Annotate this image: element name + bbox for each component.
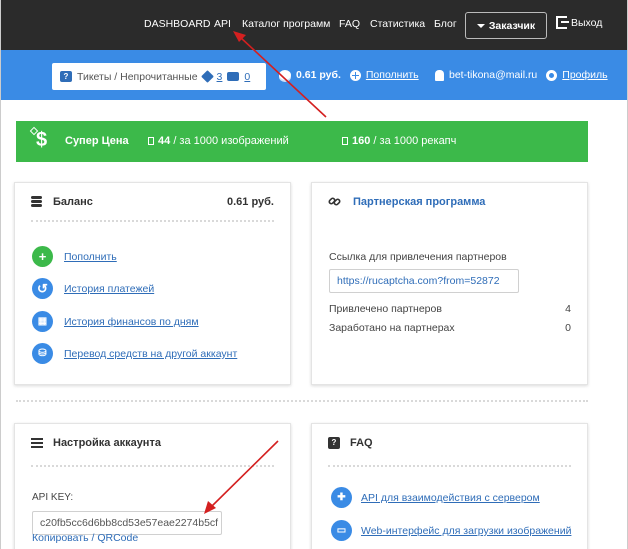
card-divider xyxy=(328,465,571,467)
balance-card-amount: 0.61 руб. xyxy=(226,196,274,208)
topup-link[interactable]: Пополнить xyxy=(366,69,419,81)
nav-statistics[interactable]: Статистика xyxy=(370,18,425,30)
user-info: bet-tikona@mail.ru Профиль xyxy=(435,69,608,81)
nav-dashboard[interactable]: DASHBOARD xyxy=(144,18,211,30)
transfer-funds-link[interactable]: Перевод средств на другой аккаунт xyxy=(64,348,237,360)
partners-count-value: 4 xyxy=(565,303,571,315)
offer-box-icon xyxy=(342,137,348,145)
message-icon xyxy=(227,72,240,81)
partners-count-label: Привлечено партнеров xyxy=(329,303,442,315)
api-key-label: API KEY: xyxy=(32,492,74,503)
customer-label: Заказчик xyxy=(488,19,536,32)
faq-api-link[interactable]: API для взаимодействия с сервером xyxy=(361,492,540,504)
customer-dropdown-button[interactable]: Заказчик xyxy=(465,12,547,39)
logout-icon xyxy=(556,16,569,29)
promo-banner: $ Супер Цена 44 / за 1000 изображений 16… xyxy=(16,121,588,162)
section-divider xyxy=(16,400,588,402)
puzzle-icon: ✚ xyxy=(331,487,352,508)
qrcode-link[interactable]: QRCode xyxy=(97,532,138,544)
daily-finance-link[interactable]: История финансов по дням xyxy=(64,316,199,328)
nav-faq[interactable]: FAQ xyxy=(339,18,360,30)
user-email: bet-tikona@mail.ru xyxy=(449,69,538,81)
database-icon xyxy=(31,196,42,207)
plus-icon: + xyxy=(32,246,53,267)
faq-web-interface-link[interactable]: Web-интерфейс для загрузки изображений xyxy=(361,525,571,537)
coins-icon xyxy=(279,70,291,80)
referral-url-field[interactable]: https://rucaptcha.com?from=52872 xyxy=(329,269,519,293)
balance-card: Баланс 0.61 руб. + Пополнить ↺ История п… xyxy=(14,182,291,385)
balance-card-title: Баланс xyxy=(53,196,93,208)
referral-label: Ссылка для привлечения партнеров xyxy=(329,251,507,263)
promo-offer-recaptcha: 160 / за 1000 рекапч xyxy=(342,135,456,147)
faq-card: ? FAQ ✚ API для взаимодействия с серверо… xyxy=(311,423,588,549)
user-icon xyxy=(435,69,444,81)
gear-icon xyxy=(546,69,558,81)
history-icon: ↺ xyxy=(32,278,53,299)
coins-transfer-icon: ⛁ xyxy=(32,343,53,364)
faq-card-title: FAQ xyxy=(350,437,373,449)
logout-label: Выход xyxy=(571,16,603,29)
copy-link[interactable]: Копировать xyxy=(32,532,89,544)
top-navbar: DASHBOARD API Каталог программ FAQ Стати… xyxy=(1,0,627,50)
partner-earnings-value: 0 xyxy=(565,322,571,334)
monitor-icon: ▭ xyxy=(331,520,352,541)
tag-icon xyxy=(200,70,214,83)
sliders-icon xyxy=(31,438,43,450)
tickets-pill: ? Тикеты / Непрочитанные 3 0 xyxy=(52,63,266,90)
card-divider xyxy=(31,465,274,467)
partner-card-title[interactable]: Партнерская программа xyxy=(353,196,485,208)
account-card-title: Настройка аккаунта xyxy=(53,437,161,449)
nav-api[interactable]: API xyxy=(214,18,231,30)
balance-amount: 0.61 руб. xyxy=(296,69,341,81)
promo-title: Супер Цена xyxy=(65,135,129,147)
promo-offer-images: 44 / за 1000 изображений xyxy=(148,135,289,147)
account-settings-card: Настройка аккаунта API KEY: c20fb5cc6d6b… xyxy=(14,423,291,549)
partner-earnings-label: Заработано на партнерах xyxy=(329,322,455,334)
question-square-icon: ? xyxy=(328,437,340,449)
tickets-label[interactable]: Тикеты / Непрочитанные xyxy=(77,71,198,83)
card-divider xyxy=(31,220,274,222)
balance-topup-link[interactable]: Пополнить xyxy=(64,251,117,263)
dollar-sparkle-icon: $ xyxy=(36,129,48,151)
chain-link-icon xyxy=(328,195,341,208)
caret-down-icon xyxy=(476,23,485,28)
payment-history-link[interactable]: История платежей xyxy=(64,283,154,295)
actions-separator: / xyxy=(91,532,95,544)
calendar-icon: ▦ xyxy=(32,311,53,332)
plus-circle-icon xyxy=(349,69,361,81)
profile-link[interactable]: Профиль xyxy=(562,69,607,81)
nav-catalog[interactable]: Каталог программ xyxy=(242,18,330,30)
unread-count-link[interactable]: 0 xyxy=(244,71,250,83)
question-icon: ? xyxy=(60,71,72,82)
tickets-count-link[interactable]: 3 xyxy=(217,71,223,83)
balance-info: 0.61 руб. Пополнить xyxy=(279,69,419,81)
logout-button[interactable]: Выход xyxy=(556,16,602,29)
offer-box-icon xyxy=(148,137,154,145)
api-key-actions: Копировать / QRCode xyxy=(32,532,138,544)
partner-card: Партнерская программа Ссылка для привлеч… xyxy=(311,182,588,385)
nav-blog[interactable]: Блог xyxy=(434,18,457,30)
